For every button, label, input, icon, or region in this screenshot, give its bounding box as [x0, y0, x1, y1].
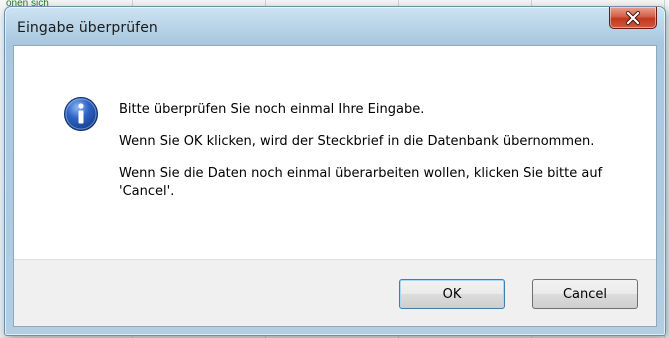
close-icon — [626, 10, 640, 25]
close-button[interactable] — [609, 7, 657, 29]
message-dialog: Eingabe überprüfen Bitte überprüfen Sie … — [4, 6, 666, 336]
dialog-titlebar[interactable]: Eingabe überprüfen — [5, 7, 665, 45]
cancel-button[interactable]: Cancel — [532, 279, 638, 309]
information-icon — [64, 97, 98, 131]
ok-button[interactable]: OK — [399, 279, 505, 309]
dialog-client-area: Bitte überprüfen Sie noch einmal Ihre Ei… — [13, 45, 657, 327]
message-line-ok: Wenn Sie OK klicken, wird der Steckbrief… — [119, 134, 595, 149]
dialog-message: Bitte überprüfen Sie noch einmal Ihre Ei… — [119, 101, 629, 215]
message-line-cancel: Wenn Sie die Daten noch einmal überarbei… — [119, 166, 603, 199]
dialog-title: Eingabe überprüfen — [17, 20, 158, 36]
message-line-check: Bitte überprüfen Sie noch einmal Ihre Ei… — [119, 102, 425, 117]
dialog-button-bar: OK Cancel — [14, 259, 656, 326]
